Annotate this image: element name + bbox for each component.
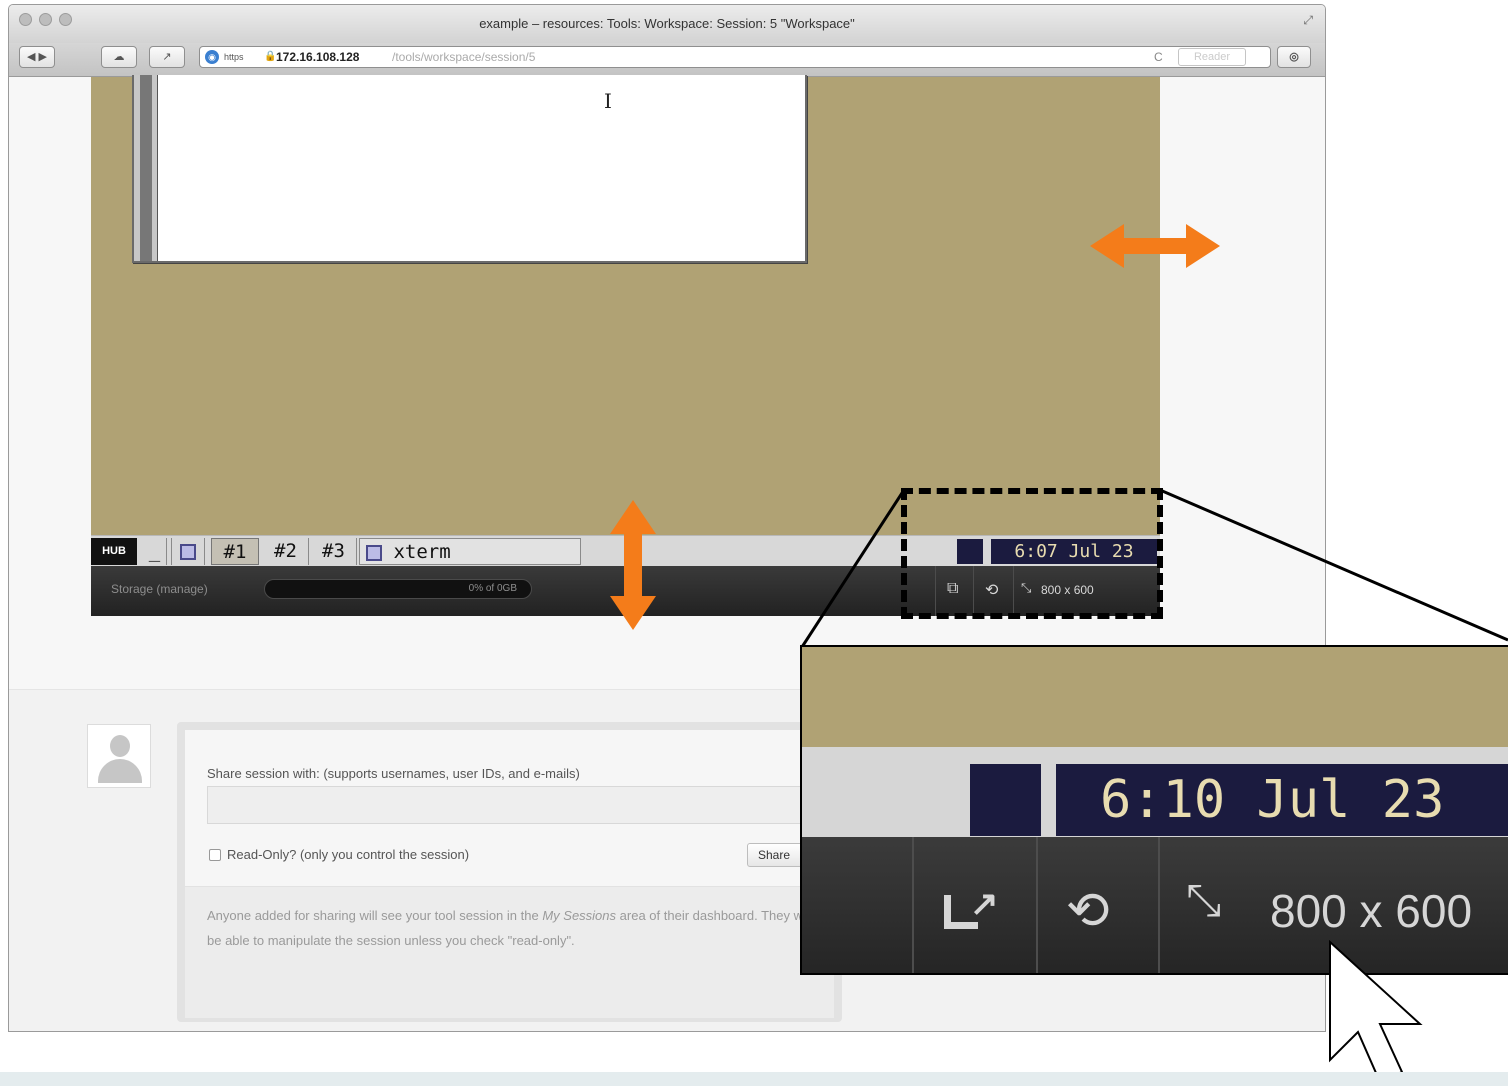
scrollbar-thumb[interactable] <box>140 75 152 261</box>
zoom-taskbar: 6:10 Jul 23 <box>802 747 1508 837</box>
workspace-1-button[interactable]: #1 <box>211 538 259 565</box>
share-page-button[interactable]: ↗ <box>149 46 185 68</box>
reader-button[interactable]: Reader <box>1178 48 1246 66</box>
url-path: /tools/workspace/session/5 <box>392 50 536 64</box>
storage-meter: 0% of 0GB <box>264 579 532 599</box>
divider <box>1158 837 1160 973</box>
globe-icon: ◉ <box>205 50 219 64</box>
share-help-text: Anyone added for sharing will see your t… <box>185 886 834 1018</box>
url-scheme: https <box>224 52 244 62</box>
text-cursor-icon: I <box>604 89 612 113</box>
divider <box>1036 837 1038 973</box>
xterm-scrollbar[interactable] <box>134 75 158 261</box>
zoom-clock: 6:10 Jul 23 <box>1056 764 1508 836</box>
remote-desktop[interactable]: I <box>91 75 1160 535</box>
address-bar[interactable]: ◉ https 🔒 172.16.108.128 /tools/workspac… <box>199 46 1271 68</box>
terminal-icon <box>366 544 382 561</box>
xterm-task-button[interactable]: xterm <box>359 538 581 565</box>
lock-icon: 🔒 <box>264 51 277 62</box>
xterm-task-label: xterm <box>393 541 451 563</box>
back-forward-buttons[interactable]: ◀ ▶ <box>19 46 55 68</box>
share-note-start: Anyone added for sharing will see your t… <box>207 908 539 923</box>
downloads-button[interactable]: ◎ <box>1277 46 1311 68</box>
reload-icon[interactable]: C <box>1154 47 1163 67</box>
zoom-screen-size-label[interactable]: 800 x 600 <box>1270 885 1472 937</box>
avatar-body <box>98 759 142 783</box>
popout-arrow-icon: ↗ <box>970 885 999 923</box>
share-with-label: Share session with: (supports usernames,… <box>207 766 580 781</box>
window-title: example – resources: Tools: Workspace: S… <box>479 16 855 31</box>
horizontal-resize-arrow-icon <box>1090 224 1220 268</box>
share-with-input[interactable] <box>207 786 807 824</box>
url-host: 172.16.108.128 <box>276 50 360 64</box>
highlight-box <box>901 488 1163 619</box>
avatar <box>87 724 151 788</box>
mouse-pointer-icon <box>1329 940 1423 1084</box>
xterm-window[interactable]: I <box>132 75 807 263</box>
zoom-clock-indicator <box>970 764 1041 836</box>
zoom-refresh-icon[interactable]: ⟲ <box>1066 883 1110 939</box>
avatar-head <box>110 735 130 757</box>
zoom-resize-icon[interactable]: ⤡ <box>1186 877 1221 925</box>
zoom-inset: 6:10 Jul 23 ↗ ⟲ ⤡ 800 x 600 <box>800 645 1508 975</box>
browser-toolbar: ◀ ▶ ☁ ↗ ◉ https 🔒 172.16.108.128 /tools/… <box>9 43 1325 77</box>
share-panel: Share session with: (supports usernames,… <box>177 722 842 1022</box>
storage-manage-link[interactable]: Storage (manage) <box>111 582 208 596</box>
screenshot-stage: example – resources: Tools: Workspace: S… <box>0 0 1508 1086</box>
readonly-checkbox[interactable] <box>209 849 221 861</box>
desktop-button[interactable] <box>171 538 205 565</box>
divider <box>912 837 914 973</box>
bottom-strip <box>0 1072 1508 1086</box>
icloud-tabs-button[interactable]: ☁ <box>101 46 137 68</box>
title-bar: example – resources: Tools: Workspace: S… <box>9 5 1325 43</box>
workspace-3-button[interactable]: #3 <box>311 538 357 565</box>
readonly-label: Read-Only? (only you control the session… <box>227 847 470 862</box>
minimize-all-button[interactable]: _ <box>143 538 167 565</box>
fullscreen-icon[interactable]: ⤢ <box>1303 13 1313 28</box>
hub-logo[interactable]: HUB <box>91 538 137 565</box>
zoom-desktop <box>802 647 1508 747</box>
workspace-2-button[interactable]: #2 <box>263 538 309 565</box>
storage-usage-text: 0% of 0GB <box>468 583 517 594</box>
vertical-resize-arrow-icon <box>610 500 656 630</box>
computer-icon <box>180 543 196 560</box>
my-sessions-emphasis: My Sessions <box>542 908 617 923</box>
